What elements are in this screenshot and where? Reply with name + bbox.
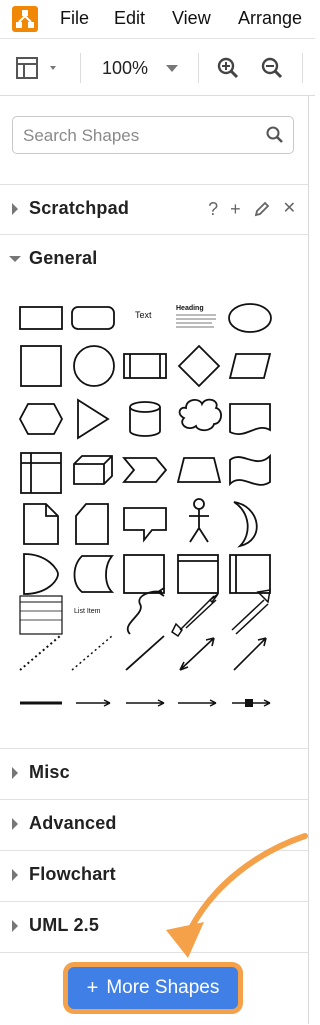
internal-storage-shape [20, 452, 62, 494]
section-title: General [29, 248, 98, 268]
note-shape [23, 503, 59, 545]
step-shape [122, 457, 168, 483]
zoom-dropdown[interactable]: 100% [96, 53, 186, 83]
bidirectional-connector-shape [179, 637, 215, 671]
shapes-sidebar: Scratchpad ? + ✕ General [0, 96, 309, 1024]
toolbar-separator [198, 53, 199, 83]
section-flowchart[interactable]: Flowchart [0, 850, 308, 900]
container-shape [123, 554, 165, 594]
section-title: Misc [29, 762, 70, 782]
caret-right-icon [12, 869, 18, 881]
section-title: UML 2.5 [29, 915, 100, 935]
plus-icon: + [86, 976, 99, 999]
hexagon-shape [18, 403, 64, 435]
shapes-palette: Heading [18, 303, 272, 707]
text-shape-label[interactable]: Text [135, 310, 152, 320]
curve-shape [126, 590, 163, 635]
trapezoid-shape [176, 457, 222, 483]
ellipse-shape [228, 303, 272, 333]
search-input[interactable] [21, 123, 265, 149]
toolbar: 100% [0, 39, 315, 96]
heading-shape: Heading [176, 305, 204, 312]
line-shape [125, 635, 165, 671]
callout-shape [123, 507, 167, 543]
square-shape [20, 345, 62, 387]
or-shape [233, 501, 258, 548]
bidirectional-arrow-shape [171, 593, 219, 638]
add-icon[interactable]: + [230, 198, 241, 220]
sidebar-footer: + More Shapes [0, 952, 308, 1025]
actor-shape [193, 498, 205, 510]
zoom-in-button[interactable] [216, 56, 240, 80]
tape-shape [229, 453, 271, 487]
rectangle-shape [19, 306, 63, 330]
connector-shape [76, 699, 111, 707]
menubar: File Edit View Arrange [0, 0, 315, 39]
dotted-line-shape [19, 635, 61, 671]
edit-pencil-icon[interactable] [253, 200, 271, 218]
section-general[interactable]: General [0, 234, 308, 284]
section-title: Flowchart [29, 864, 116, 884]
diamond-shape [177, 344, 221, 388]
menu-view[interactable]: View [172, 8, 211, 29]
delay-shape [23, 553, 59, 595]
circle-shape [73, 345, 115, 387]
zoom-out-button[interactable] [260, 56, 284, 80]
document-shape [229, 403, 271, 435]
caret-right-icon [12, 920, 18, 932]
search-box [12, 116, 294, 154]
parallelogram-shape [228, 353, 272, 379]
section-advanced[interactable]: Advanced [0, 799, 308, 849]
section-uml[interactable]: UML 2.5 [0, 901, 308, 951]
rounded-rectangle-shape [71, 306, 115, 330]
caret-right-icon [12, 818, 18, 830]
triangle-shape [77, 398, 110, 440]
more-shapes-label: More Shapes [106, 977, 220, 998]
connector-symbol-box [245, 699, 253, 707]
format-panel-button[interactable] [14, 55, 66, 81]
zoom-label: 100% [102, 58, 149, 78]
zoom-out-icon [261, 57, 283, 79]
menu-file[interactable]: File [60, 8, 89, 29]
connector-2-label-shape [178, 699, 217, 707]
general-shapes-grid: Heading Text List Item [0, 284, 308, 744]
close-icon[interactable]: ✕ [283, 198, 296, 220]
scratchpad-actions: ? + ✕ [208, 198, 296, 220]
drawio-logo[interactable] [12, 6, 38, 32]
stored-data-shape [73, 555, 115, 593]
toolbar-separator [302, 53, 303, 83]
zoom-in-icon [217, 57, 239, 79]
cloud-shape [178, 398, 222, 432]
section-title: Advanced [29, 813, 117, 833]
dotted-line-thin-shape [71, 635, 113, 671]
help-icon[interactable]: ? [208, 198, 218, 220]
menu-arrange[interactable]: Arrange [238, 8, 302, 29]
card-shape [75, 503, 109, 545]
arrow-shape [231, 589, 271, 635]
caret-down-icon [9, 256, 21, 262]
more-shapes-button[interactable]: + More Shapes [68, 967, 238, 1009]
list-item-shape-label[interactable]: List Item [74, 608, 100, 615]
cube-shape [73, 455, 113, 485]
menu-edit[interactable]: Edit [114, 8, 145, 29]
section-scratchpad[interactable]: Scratchpad ? + ✕ [0, 184, 308, 234]
connector-label-shape [126, 699, 165, 707]
directional-connector-shape [233, 637, 267, 671]
caret-right-icon [12, 767, 18, 779]
toolbar-separator [80, 53, 81, 83]
chevron-down-icon [166, 65, 178, 72]
search-icon[interactable] [265, 125, 285, 145]
panel-layout-icon [16, 57, 56, 79]
caret-right-icon [12, 203, 18, 215]
section-misc[interactable]: Misc [0, 748, 308, 798]
app-logo-icon [16, 10, 34, 28]
section-title: Scratchpad [29, 198, 130, 218]
